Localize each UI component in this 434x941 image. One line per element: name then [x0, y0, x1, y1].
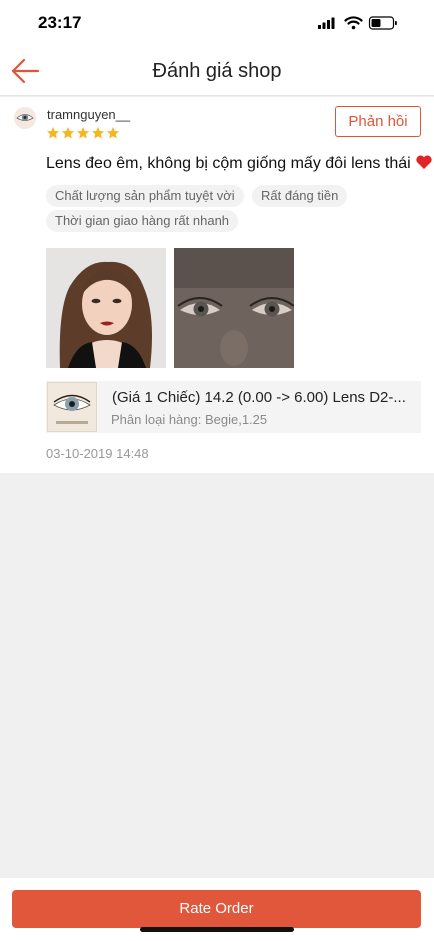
reviewer-username[interactable]: tramnguyen__: [47, 107, 130, 122]
eyes-photo-image: [174, 248, 294, 368]
avatar[interactable]: [14, 107, 36, 129]
star-icon: [91, 127, 105, 139]
product-thumbnail: [47, 382, 97, 432]
star-icon: [76, 127, 90, 139]
review-card: tramnguyen__ Phản hồi Lens đeo êm, không…: [0, 97, 434, 473]
star-icon: [106, 127, 120, 139]
review-tag: Rất đáng tiền: [252, 185, 348, 207]
product-item[interactable]: (Giá 1 Chiếc) 14.2 (0.00 -> 6.00) Lens D…: [46, 381, 421, 433]
nav-bar: Đánh giá shop: [0, 46, 434, 96]
star-icon: [46, 127, 60, 139]
lens-product-image: [48, 383, 96, 431]
rating-stars: [46, 126, 121, 142]
portrait-photo-image: [46, 248, 166, 368]
page-title: Đánh giá shop: [152, 60, 282, 82]
product-variant: Phân loại hàng: Begie,1.25: [111, 412, 268, 427]
review-photo[interactable]: [46, 248, 166, 368]
review-date: 03-10-2019 14:48: [46, 446, 149, 461]
status-icons: [318, 16, 410, 30]
rate-order-button[interactable]: Rate Order: [12, 890, 421, 928]
review-comment-text: Lens đeo êm, không bị cộm giống mấy đôi …: [46, 155, 411, 172]
signal-icon: [318, 17, 335, 29]
heart-icon: [416, 155, 432, 169]
wifi-icon: [344, 16, 363, 30]
review-tag: Chất lượng sản phẩm tuyệt vời: [46, 185, 244, 207]
reply-button[interactable]: Phản hồi: [335, 106, 421, 137]
review-photo[interactable]: [174, 248, 294, 368]
status-time: 23:17: [38, 13, 82, 32]
star-icon: [61, 127, 75, 139]
eye-avatar-icon: [14, 107, 36, 129]
bottom-bar: Rate Order: [0, 878, 434, 941]
product-name: (Giá 1 Chiếc) 14.2 (0.00 -> 6.00) Lens D…: [112, 389, 406, 406]
review-tag: Thời gian giao hàng rất nhanh: [46, 210, 239, 232]
home-indicator: [140, 927, 294, 932]
review-comment: Lens đeo êm, không bị cộm giống mấy đôi …: [46, 154, 433, 173]
battery-icon: [368, 16, 397, 30]
status-bar: 23:17: [0, 0, 434, 46]
